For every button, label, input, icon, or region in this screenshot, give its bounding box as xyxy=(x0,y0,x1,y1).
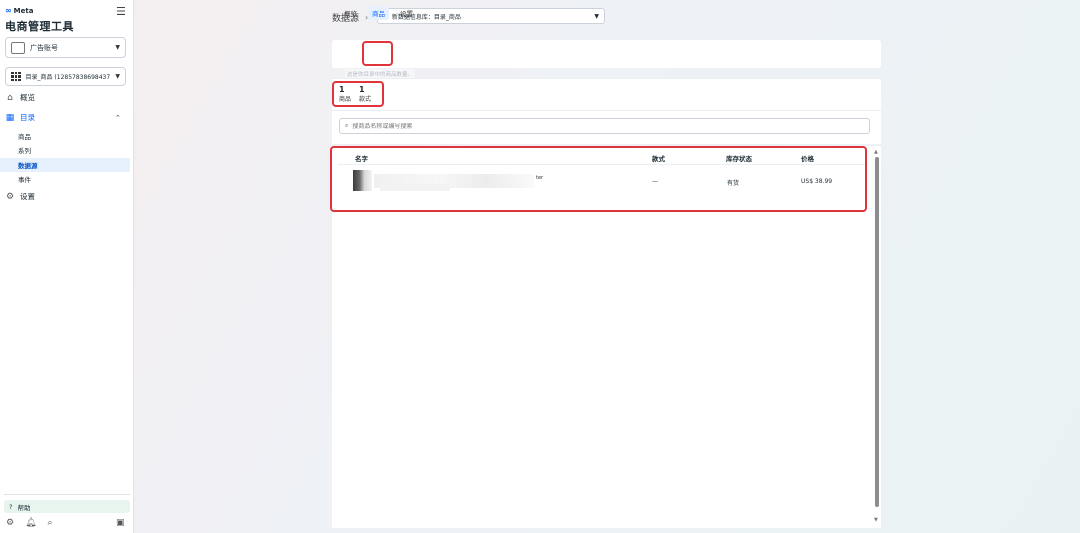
scroll-down-arrow-icon[interactable]: ▼ xyxy=(874,517,878,523)
meta-infinity-icon: ∞ xyxy=(5,6,12,15)
sidebar: ∞ Meta 电商管理工具 ☰ 广告账号 ▼ 目录_商品 (1285783869… xyxy=(0,0,134,533)
sidebar-item-label: 数据源 xyxy=(18,162,38,170)
sidebar-item-sets[interactable]: 系列 xyxy=(0,143,130,157)
scrollbar-thumb[interactable] xyxy=(875,157,879,507)
chevron-down-icon: ▼ xyxy=(115,44,120,51)
chevron-down-icon: ▼ xyxy=(594,12,599,20)
meta-logo: ∞ Meta xyxy=(5,6,33,15)
account-selector-label: 广告账号 xyxy=(30,43,58,52)
question-icon: ? xyxy=(9,502,13,511)
search-icon: ⌕ xyxy=(345,122,349,129)
highlight-box-table xyxy=(330,146,867,212)
chevron-down-icon: ▼ xyxy=(115,73,120,80)
help-label: 帮助 xyxy=(17,503,31,512)
nav-catalog[interactable]: ▦ 目录 ⌃ xyxy=(5,112,127,123)
nav-catalog-label: 目录 xyxy=(20,113,35,122)
sidebar-item-events[interactable]: 事件 xyxy=(0,172,130,186)
nav-settings[interactable]: ⚙ 设置 xyxy=(5,191,35,202)
catalog-icon: ▦ xyxy=(5,112,15,123)
home-icon: ⌂ xyxy=(7,92,13,103)
hamburger-menu-icon[interactable]: ☰ xyxy=(116,5,126,18)
catalog-selector[interactable]: 目录_商品 (1285783869843​7... ▼ xyxy=(5,67,126,86)
nav-overview-label: 概览 xyxy=(20,93,35,102)
sidebar-item-data-sources[interactable]: 数据源 xyxy=(0,158,130,172)
tabs-panel xyxy=(332,40,881,68)
gear-icon[interactable]: ⚙ xyxy=(6,518,14,528)
highlight-box-tab xyxy=(362,41,393,66)
tab-overview[interactable]: 概览 xyxy=(344,8,357,18)
bottom-toolbar: ⚙ 🔔︎ ⌕ xyxy=(6,518,53,528)
nav-settings-label: 设置 xyxy=(20,192,35,201)
scroll-up-arrow-icon[interactable]: ▲ xyxy=(874,149,878,155)
sidebar-item-label: 商品 xyxy=(18,133,31,141)
help-button[interactable]: ? 帮助 xyxy=(4,500,130,513)
chevron-up-icon: ⌃ xyxy=(115,113,121,122)
search-icon[interactable]: ⌕ xyxy=(48,518,53,528)
sidebar-item-label: 系列 xyxy=(18,147,31,155)
gear-icon: ⚙ xyxy=(5,191,15,202)
catalog-grid-icon xyxy=(11,71,21,82)
bell-icon[interactable]: 🔔︎ xyxy=(25,518,36,528)
search-input[interactable] xyxy=(352,122,833,130)
highlight-box-stats xyxy=(332,81,384,107)
tab-settings[interactable]: 设置 xyxy=(400,8,413,18)
app-title: 电商管理工具 xyxy=(5,20,74,33)
nav-overview[interactable]: ⌂ 概览 xyxy=(5,92,35,103)
sidebar-item-products[interactable]: 商品 xyxy=(0,129,130,143)
tab-products[interactable]: 商品 xyxy=(368,6,389,20)
sidebar-divider xyxy=(4,494,130,495)
catalog-selector-label: 目录_商品 (1285783869843​7... xyxy=(25,74,111,81)
search-field[interactable]: ⌕ xyxy=(339,118,870,134)
sidebar-item-label: 事件 xyxy=(18,176,31,184)
account-selector[interactable]: 广告账号 ▼ xyxy=(5,37,126,58)
account-icon xyxy=(11,41,25,54)
meta-brand-text: Meta xyxy=(13,6,34,15)
layout-panel-icon[interactable]: ▣ xyxy=(116,518,125,528)
stats-panel xyxy=(332,78,881,110)
